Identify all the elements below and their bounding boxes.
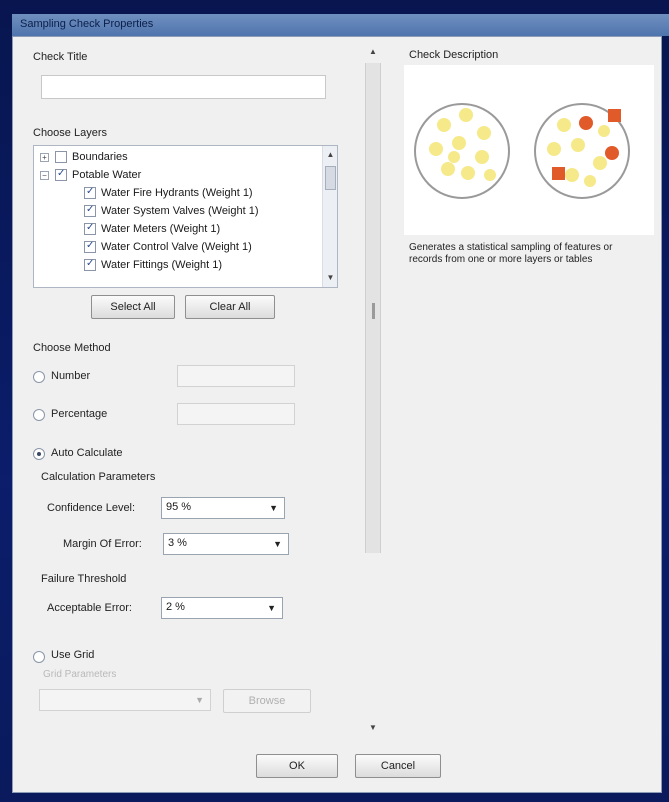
window-titlebar[interactable]: Sampling Check Properties: [12, 14, 669, 36]
tree-item-fittings[interactable]: Water Fittings (Weight 1): [84, 256, 222, 274]
number-input[interactable]: [177, 365, 295, 387]
grid-parameters-label: Grid Parameters: [43, 669, 117, 680]
tree-item-label: Water Meters (Weight 1): [101, 223, 221, 235]
sampling-check-dialog: Check Title Choose Layers + Boundaries −…: [12, 36, 662, 793]
confidence-level-label: Confidence Level:: [47, 502, 136, 514]
acceptable-error-value: 2 %: [166, 601, 185, 613]
check-description-label: Check Description: [409, 49, 499, 61]
pane-splitter[interactable]: [365, 63, 381, 553]
choose-layers-label: Choose Layers: [33, 127, 107, 139]
margin-of-error-select[interactable]: 3 % ▼: [163, 533, 289, 555]
tree-item-fire-hydrants[interactable]: Water Fire Hydrants (Weight 1): [84, 184, 253, 202]
percentage-label: Percentage: [51, 408, 108, 420]
auto-calculate-label: Auto Calculate: [51, 447, 123, 459]
check-title-input[interactable]: [41, 75, 326, 99]
clear-all-button[interactable]: Clear All: [185, 295, 275, 319]
tree-item-boundaries[interactable]: + Boundaries: [40, 148, 128, 166]
layers-tree[interactable]: + Boundaries − Potable Water Water Fire …: [33, 145, 338, 288]
check-description-text: Generates a statistical sampling of feat…: [409, 242, 613, 265]
scroll-down-icon[interactable]: ▼: [323, 271, 337, 285]
layer-checkbox[interactable]: [84, 222, 96, 235]
tree-item-label: Potable Water: [72, 169, 142, 181]
layer-checkbox[interactable]: [84, 258, 96, 271]
description-image: [404, 65, 654, 235]
check-title-label: Check Title: [33, 51, 88, 63]
left-pane-scroll-down-icon[interactable]: ▼: [369, 723, 377, 732]
use-grid-radio[interactable]: [33, 651, 45, 663]
dropdown-arrow-icon: ▼: [273, 539, 282, 549]
layer-checkbox[interactable]: [55, 168, 67, 181]
scroll-thumb[interactable]: [325, 166, 336, 190]
number-label: Number: [51, 370, 91, 382]
acceptable-error-label: Acceptable Error:: [47, 602, 132, 614]
confidence-level-value: 95 %: [166, 501, 192, 513]
tree-item-system-valves[interactable]: Water System Valves (Weight 1): [84, 202, 259, 220]
tree-item-label: Water System Valves (Weight 1): [101, 205, 259, 217]
tree-item-label: Boundaries: [72, 151, 128, 163]
layer-checkbox[interactable]: [84, 240, 96, 253]
tree-item-potable-water[interactable]: − Potable Water: [40, 166, 141, 184]
percentage-radio[interactable]: [33, 409, 45, 421]
acceptable-error-select[interactable]: 2 % ▼: [161, 597, 283, 619]
select-all-button[interactable]: Select All: [91, 295, 175, 319]
expand-icon[interactable]: +: [40, 152, 49, 162]
percentage-input[interactable]: [177, 403, 295, 425]
margin-of-error-label: Margin Of Error:: [63, 538, 142, 550]
dropdown-arrow-icon: ▼: [195, 695, 204, 705]
auto-calculate-radio[interactable]: [33, 448, 45, 460]
layer-checkbox[interactable]: [55, 151, 67, 163]
sampling-illustration: [414, 103, 630, 199]
browse-button[interactable]: Browse: [223, 689, 311, 713]
window-title: Sampling Check Properties: [20, 18, 154, 30]
desktop-background: Sampling Check Properties Check Title Ch…: [0, 0, 669, 802]
layer-checkbox[interactable]: [84, 186, 96, 199]
dropdown-arrow-icon: ▼: [267, 603, 276, 613]
tree-item-meters[interactable]: Water Meters (Weight 1): [84, 220, 220, 238]
layers-scrollbar[interactable]: ▲ ▼: [322, 146, 337, 287]
tree-item-control-valve[interactable]: Water Control Valve (Weight 1): [84, 238, 252, 256]
choose-method-label: Choose Method: [33, 342, 111, 354]
collapse-icon[interactable]: −: [40, 170, 49, 180]
scroll-up-icon[interactable]: ▲: [323, 148, 337, 162]
confidence-level-select[interactable]: 95 % ▼: [161, 497, 285, 519]
tree-item-label: Water Fire Hydrants (Weight 1): [101, 187, 253, 199]
calculation-parameters-label: Calculation Parameters: [41, 471, 156, 483]
splitter-grip[interactable]: [372, 303, 375, 319]
left-pane-scroll-up-icon[interactable]: ▲: [369, 47, 377, 56]
dropdown-arrow-icon: ▼: [269, 503, 278, 513]
tree-item-label: Water Fittings (Weight 1): [101, 259, 223, 271]
layer-checkbox[interactable]: [84, 204, 96, 217]
number-radio[interactable]: [33, 371, 45, 383]
ok-button[interactable]: OK: [256, 754, 338, 778]
tree-item-label: Water Control Valve (Weight 1): [101, 241, 252, 253]
failure-threshold-label: Failure Threshold: [41, 573, 127, 585]
cancel-button[interactable]: Cancel: [355, 754, 441, 778]
grid-layer-select[interactable]: ▼: [39, 689, 211, 711]
use-grid-label: Use Grid: [51, 649, 95, 661]
margin-of-error-value: 3 %: [168, 537, 187, 549]
